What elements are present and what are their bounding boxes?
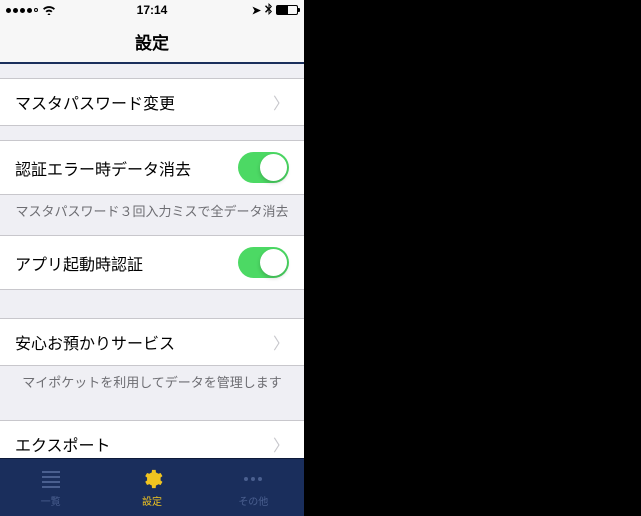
gear-icon <box>141 467 163 491</box>
status-left <box>6 3 56 18</box>
settings-content[interactable]: マスタパスワード変更 〉 認証エラー時データ消去 マスタパスワード３回入力ミスで… <box>0 64 304 458</box>
cell-label: マスタパスワード変更 <box>15 90 175 114</box>
tab-list[interactable]: 一覧 <box>0 459 101 516</box>
tab-label: 一覧 <box>41 493 61 508</box>
battery-icon <box>276 5 298 15</box>
cell-label: エクスポート <box>15 432 111 456</box>
app-launch-auth-cell: アプリ起動時認証 <box>0 235 304 290</box>
cell-label: アプリ起動時認証 <box>15 251 143 275</box>
chevron-right-icon: 〉 <box>273 90 289 114</box>
chevron-right-icon: 〉 <box>273 330 289 354</box>
export-cell[interactable]: エクスポート 〉 <box>0 420 304 458</box>
auth-error-erase-footer: マスタパスワード３回入力ミスで全データ消去 <box>0 195 304 235</box>
app-screen: 17:14 ➤ 設定 マスタパスワード変更 〉 認証エラー時データ消去 マスタパ… <box>0 0 304 516</box>
more-icon <box>244 467 262 491</box>
location-icon: ➤ <box>252 4 261 17</box>
bluetooth-icon <box>265 3 272 18</box>
tab-settings[interactable]: 設定 <box>101 459 202 516</box>
status-time: 17:14 <box>137 3 168 17</box>
signal-dots <box>6 8 38 13</box>
master-password-cell[interactable]: マスタパスワード変更 〉 <box>0 78 304 126</box>
cell-label: 安心お預かりサービス <box>15 330 175 354</box>
wifi-icon <box>42 3 56 18</box>
tab-bar: 一覧 設定 その他 <box>0 458 304 516</box>
status-right: ➤ <box>252 3 298 18</box>
app-launch-auth-toggle[interactable] <box>238 247 289 278</box>
tab-label: 設定 <box>142 493 162 508</box>
auth-error-erase-cell: 認証エラー時データ消去 <box>0 140 304 195</box>
safe-keeping-cell[interactable]: 安心お預かりサービス 〉 <box>0 318 304 366</box>
chevron-right-icon: 〉 <box>273 432 289 456</box>
page-title: 設定 <box>135 29 169 54</box>
cell-label: 認証エラー時データ消去 <box>15 156 191 180</box>
tab-label: その他 <box>238 493 268 508</box>
list-icon <box>42 467 60 491</box>
safe-keeping-footer: マイポケットを利用してデータを管理します <box>0 366 304 406</box>
status-bar: 17:14 ➤ <box>0 0 304 20</box>
auth-error-erase-toggle[interactable] <box>238 152 289 183</box>
navigation-bar: 設定 <box>0 20 304 64</box>
tab-other[interactable]: その他 <box>203 459 304 516</box>
